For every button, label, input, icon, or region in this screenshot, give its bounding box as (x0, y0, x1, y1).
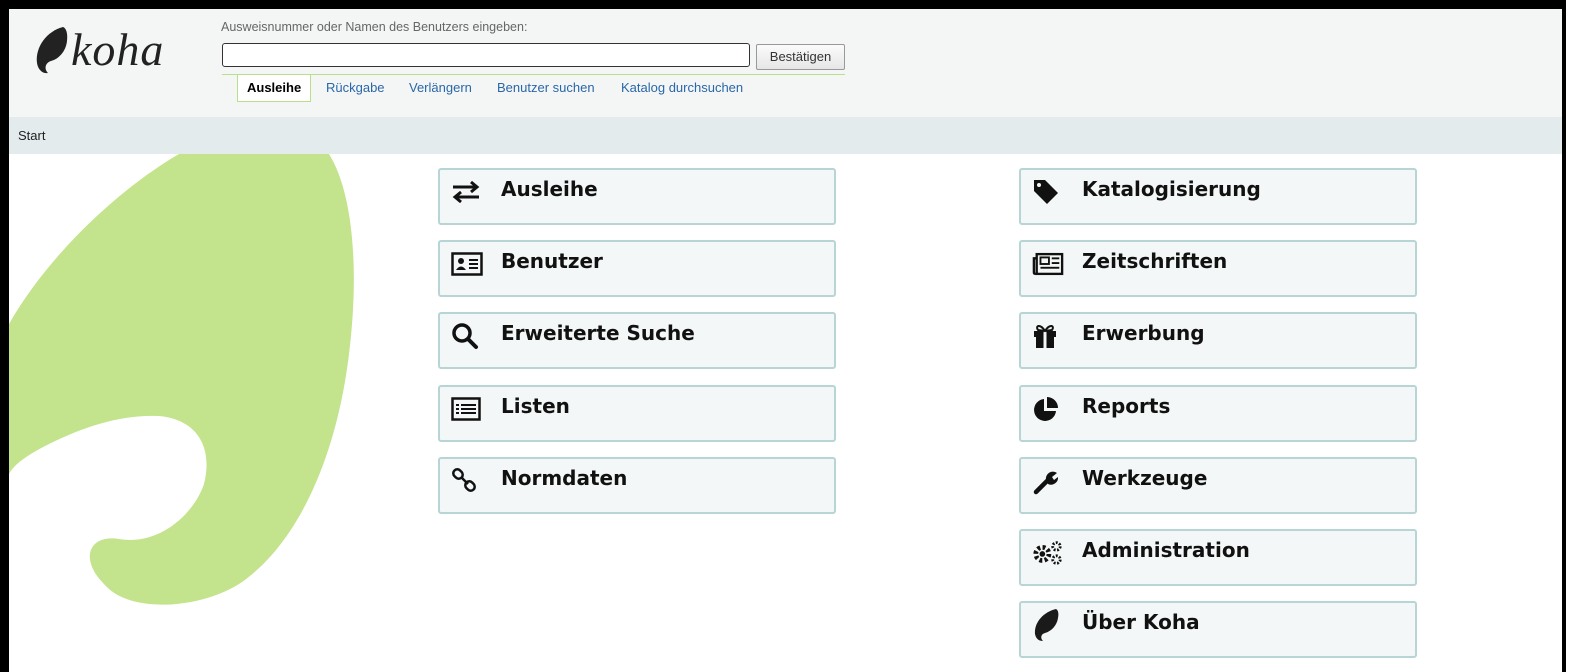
module-tile-erwerbung[interactable]: Erwerbung (1019, 312, 1417, 369)
patron-search-input[interactable] (222, 43, 750, 67)
module-tile-normdaten[interactable]: Normdaten (438, 457, 836, 514)
exchange-arrows-icon (451, 179, 483, 205)
module-label: Zeitschriften (1082, 249, 1228, 273)
module-tile-reports[interactable]: Reports (1019, 385, 1417, 442)
module-tile-erweiterte-suche[interactable]: Erweiterte Suche (438, 312, 836, 369)
module-tile-listen[interactable]: Listen (438, 385, 836, 442)
tab-katalog-durchsuchen[interactable]: Katalog durchsuchen (621, 75, 743, 102)
module-label: Administration (1082, 538, 1250, 562)
list-icon (451, 396, 483, 422)
submit-button[interactable]: Bestätigen (756, 44, 845, 70)
tab-verlaengern[interactable]: Verlängern (409, 75, 472, 102)
module-label: Über Koha (1082, 610, 1200, 634)
module-label: Erweiterte Suche (501, 321, 695, 345)
search-label: Ausweisnummer oder Namen des Benutzers e… (221, 20, 528, 34)
tab-benutzer-suchen[interactable]: Benutzer suchen (497, 75, 595, 102)
gift-icon (1032, 323, 1064, 349)
link-chain-icon (451, 468, 483, 494)
logo-text: koha (71, 24, 165, 75)
module-label: Katalogisierung (1082, 177, 1261, 201)
app-window: koha Ausweisnummer oder Namen des Benutz… (0, 0, 1566, 672)
koha-logo[interactable]: koha (33, 19, 203, 79)
module-label: Erwerbung (1082, 321, 1205, 345)
gears-icon (1032, 540, 1064, 566)
module-label: Ausleihe (501, 177, 598, 201)
module-tile-ueber-koha[interactable]: Über Koha (1019, 601, 1417, 658)
id-card-icon (451, 251, 483, 277)
koha-leaf-icon (1032, 609, 1064, 641)
breadcrumb[interactable]: Start (18, 128, 45, 143)
breadcrumb-bar: Start (9, 117, 1562, 154)
module-tile-administration[interactable]: Administration (1019, 529, 1417, 586)
tab-rueckgabe[interactable]: Rückgabe (326, 75, 385, 102)
module-tile-katalogisierung[interactable]: Katalogisierung (1019, 168, 1417, 225)
module-tile-werkzeuge[interactable]: Werkzeuge (1019, 457, 1417, 514)
module-tile-ausleihe[interactable]: Ausleihe (438, 168, 836, 225)
module-label: Benutzer (501, 249, 603, 273)
module-tile-zeitschriften[interactable]: Zeitschriften (1019, 240, 1417, 297)
module-label: Normdaten (501, 466, 628, 490)
tag-icon (1032, 179, 1064, 205)
module-label: Listen (501, 394, 570, 418)
tab-ausleihe[interactable]: Ausleihe (237, 75, 312, 102)
koha-leaf-decoration (9, 154, 354, 605)
module-label: Werkzeuge (1082, 466, 1208, 490)
koha-leaf-icon (36, 27, 68, 74)
module-tile-benutzer[interactable]: Benutzer (438, 240, 836, 297)
search-icon (451, 323, 483, 349)
module-label: Reports (1082, 394, 1171, 418)
wrench-icon (1032, 468, 1064, 495)
newspaper-icon (1032, 251, 1064, 277)
pie-chart-icon (1032, 396, 1064, 422)
header-bar: koha Ausweisnummer oder Namen des Benutz… (9, 9, 1562, 117)
